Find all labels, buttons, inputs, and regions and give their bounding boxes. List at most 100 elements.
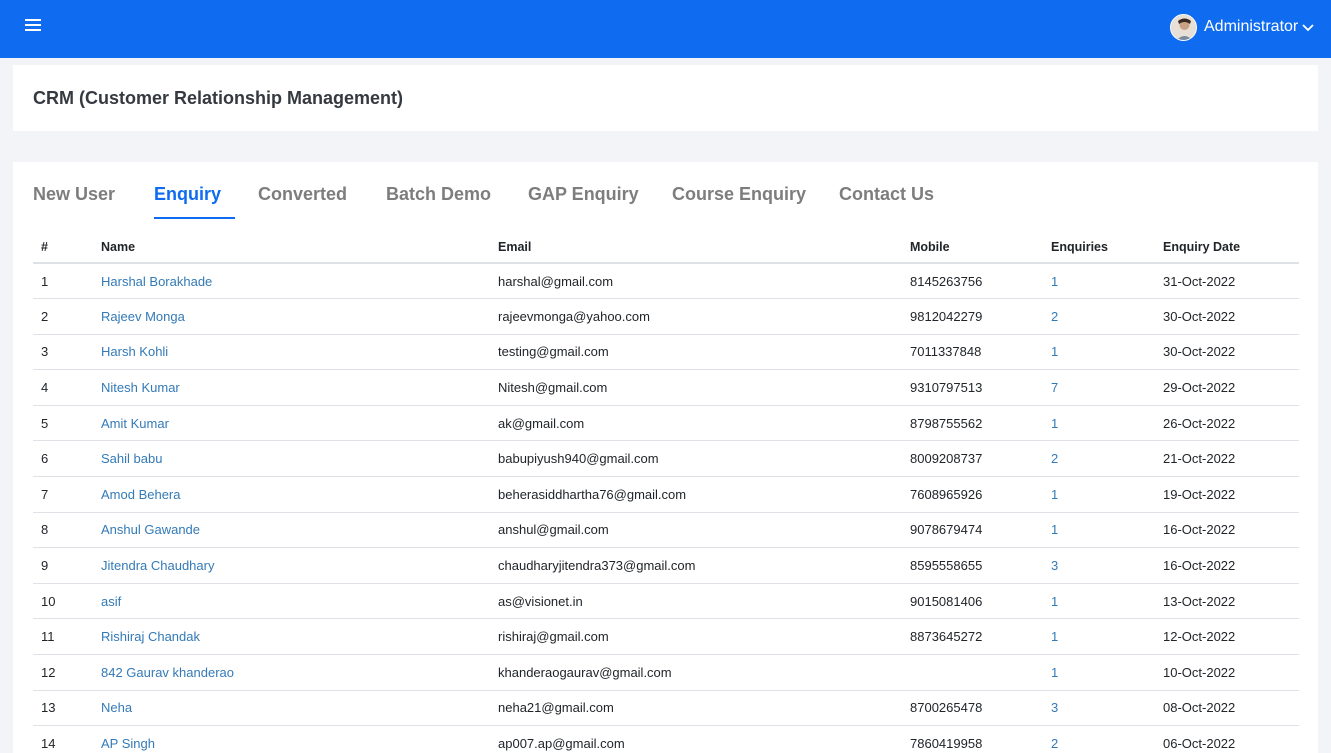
customer-name-link[interactable]: asif <box>93 583 490 620</box>
table-row: 8 Anshul Gawande anshul@gmail.com 907867947… <box>33 512 1299 549</box>
row-number: 8 <box>33 512 93 549</box>
enquiries-count-link[interactable]: 2 <box>1043 298 1155 335</box>
avatar[interactable] <box>1170 13 1197 41</box>
enquiry-date-cell: 30-Oct-2022 <box>1155 298 1299 335</box>
table-row: 1 Harshal Borakhade harshal@gmail.com 81452… <box>33 263 1299 300</box>
tab-new-user[interactable]: New User <box>33 184 115 205</box>
chevron-down-icon[interactable] <box>1302 24 1314 32</box>
mobile-cell: 9078679474 <box>902 512 1043 549</box>
row-number: 4 <box>33 369 93 406</box>
table-row: 3 Harsh Kohli testing@gmail.com 7011337848 1… <box>33 334 1299 371</box>
enquiry-table: # Name Email Mobile Enquiries Enquiry Da… <box>33 232 1299 753</box>
table-row: 14 AP Singh ap007.ap@gmail.com 7860419958 2 0… <box>33 725 1299 753</box>
enquiry-date-cell: 16-Oct-2022 <box>1155 512 1299 549</box>
row-number: 9 <box>33 547 93 584</box>
customer-name-link[interactable]: Neha <box>93 690 490 727</box>
enquiries-count-link[interactable]: 1 <box>1043 334 1155 371</box>
enquiries-count-link[interactable]: 1 <box>1043 618 1155 656</box>
customer-name-link[interactable]: Sahil babu <box>93 440 490 478</box>
row-number: 5 <box>33 405 93 442</box>
tab-converted[interactable]: Converted <box>258 184 347 205</box>
user-menu[interactable]: Administrator <box>1170 12 1314 42</box>
mobile-cell <box>902 654 1043 691</box>
row-number: 11 <box>33 618 93 656</box>
customer-name-link[interactable]: AP Singh <box>93 725 490 753</box>
enquiries-count-link[interactable]: 2 <box>1043 440 1155 478</box>
row-number: 6 <box>33 440 93 478</box>
enquiries-count-link[interactable]: 3 <box>1043 690 1155 727</box>
tab-contact-us[interactable]: Contact Us <box>839 184 934 205</box>
enquiries-count-link[interactable]: 1 <box>1043 405 1155 442</box>
customer-name-link[interactable]: Rishiraj Chandak <box>93 618 490 656</box>
mobile-cell: 8798755562 <box>902 405 1043 442</box>
enquiries-count-link[interactable]: 3 <box>1043 547 1155 584</box>
email-cell: chaudharyjitendra373@gmail.com <box>490 547 902 584</box>
mobile-cell: 8145263756 <box>902 263 1043 300</box>
tab-course-enquiry[interactable]: Course Enquiry <box>672 184 806 205</box>
email-cell: rishiraj@gmail.com <box>490 618 902 656</box>
column-header-name: Name <box>93 232 490 264</box>
row-number: 10 <box>33 583 93 620</box>
row-number: 7 <box>33 476 93 513</box>
enquiry-date-cell: 19-Oct-2022 <box>1155 476 1299 513</box>
content-card: New User Enquiry Converted Batch Demo GA… <box>13 162 1318 753</box>
tab-enquiry[interactable]: Enquiry <box>154 184 221 205</box>
column-header-number: # <box>33 232 93 264</box>
hamburger-menu-icon[interactable] <box>25 19 41 31</box>
mobile-cell: 9015081406 <box>902 583 1043 620</box>
customer-name-link[interactable]: Anshul Gawande <box>93 512 490 549</box>
mobile-cell: 7608965926 <box>902 476 1043 513</box>
enquiry-date-cell: 08-Oct-2022 <box>1155 690 1299 727</box>
email-cell: Nitesh@gmail.com <box>490 369 902 406</box>
enquiry-date-cell: 12-Oct-2022 <box>1155 618 1299 656</box>
enquiries-count-link[interactable]: 2 <box>1043 725 1155 753</box>
mobile-cell: 8009208737 <box>902 440 1043 478</box>
enquiries-count-link[interactable]: 1 <box>1043 263 1155 300</box>
enquiries-count-link[interactable]: 1 <box>1043 654 1155 691</box>
column-header-mobile: Mobile <box>902 232 1043 264</box>
email-cell: ap007.ap@gmail.com <box>490 725 902 753</box>
enquiry-date-cell: 10-Oct-2022 <box>1155 654 1299 691</box>
enquiries-count-link[interactable]: 1 <box>1043 583 1155 620</box>
email-cell: neha21@gmail.com <box>490 690 902 727</box>
enquiry-date-cell: 06-Oct-2022 <box>1155 725 1299 753</box>
customer-name-link[interactable]: Rajeev Monga <box>93 298 490 335</box>
table-row: 4 Nitesh Kumar Nitesh@gmail.com 9310797513 7… <box>33 369 1299 406</box>
table-row: 12 842 Gaurav khanderao khanderaogaurav@gm… <box>33 654 1299 691</box>
table-row: 7 Amod Behera beherasiddhartha76@gmail.com… <box>33 476 1299 513</box>
email-cell: babupiyush940@gmail.com <box>490 440 902 478</box>
enquiries-count-link[interactable]: 1 <box>1043 512 1155 549</box>
table-row: 11 Rishiraj Chandak rishiraj@gmail.com 8873… <box>33 618 1299 656</box>
table-header-row: # Name Email Mobile Enquiries Enquiry Da… <box>33 232 1299 264</box>
customer-name-link[interactable]: Amit Kumar <box>93 405 490 442</box>
page-title: CRM (Customer Relationship Management) <box>33 88 404 108</box>
mobile-cell: 7011337848 <box>902 334 1043 371</box>
column-header-enquiry-date: Enquiry Date <box>1155 232 1299 264</box>
email-cell: anshul@gmail.com <box>490 512 902 549</box>
email-cell: harshal@gmail.com <box>490 263 902 300</box>
enquiries-count-link[interactable]: 1 <box>1043 476 1155 513</box>
column-header-enquiries: Enquiries <box>1043 232 1155 264</box>
table-row: 5 Amit Kumar ak@gmail.com 8798755562 1 26-Oct… <box>33 405 1299 442</box>
email-cell: ak@gmail.com <box>490 405 902 442</box>
customer-name-link[interactable]: Amod Behera <box>93 476 490 513</box>
table-row: 10 asif as@visionet.in 9015081406 1 13-Oct-20… <box>33 583 1299 620</box>
customer-name-link[interactable]: 842 Gaurav khanderao <box>93 654 490 691</box>
row-number: 13 <box>33 690 93 727</box>
enquiry-date-cell: 30-Oct-2022 <box>1155 334 1299 371</box>
table-row: 6 Sahil babu babupiyush940@gmail.com 800920… <box>33 440 1299 478</box>
customer-name-link[interactable]: Jitendra Chaudhary <box>93 547 490 584</box>
customer-name-link[interactable]: Harshal Borakhade <box>93 263 490 300</box>
table-body: 1 Harshal Borakhade harshal@gmail.com 81452… <box>33 263 1299 753</box>
mobile-cell: 9310797513 <box>902 369 1043 406</box>
row-number: 3 <box>33 334 93 371</box>
user-name[interactable]: Administrator <box>1204 18 1298 36</box>
customer-name-link[interactable]: Harsh Kohli <box>93 334 490 371</box>
enquiries-count-link[interactable]: 7 <box>1043 369 1155 406</box>
customer-name-link[interactable]: Nitesh Kumar <box>93 369 490 406</box>
table-row: 2 Rajeev Monga rajeevmonga@yahoo.com 981204… <box>33 298 1299 335</box>
enquiry-date-cell: 13-Oct-2022 <box>1155 583 1299 620</box>
active-tab-indicator <box>154 217 235 219</box>
tab-batch-demo[interactable]: Batch Demo <box>386 184 491 205</box>
tab-gap-enquiry[interactable]: GAP Enquiry <box>528 184 639 205</box>
